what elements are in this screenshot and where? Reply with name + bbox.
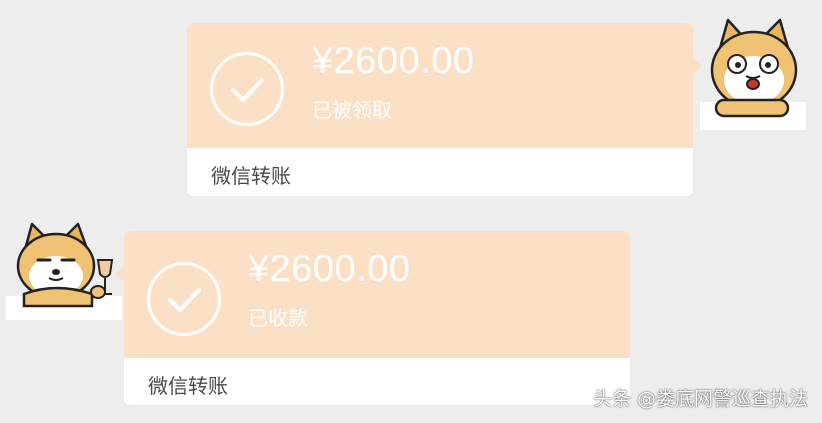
transfer-card-footer: 微信转账 — [187, 148, 693, 196]
transfer-type-label: 微信转账 — [148, 374, 228, 398]
transfer-amount: ¥2600.00 — [312, 40, 475, 82]
bubble-tail — [115, 266, 124, 282]
transfer-amount: ¥2600.00 — [248, 248, 411, 290]
transfer-status: 已被领取 — [312, 98, 392, 122]
check-circle-icon — [210, 52, 284, 126]
shiba-dog-wine-avatar[interactable] — [6, 222, 122, 320]
transfer-card-header: ¥2600.00 已收款 — [124, 231, 630, 358]
transfer-status: 已收款 — [248, 306, 308, 330]
transfer-card-footer: 微信转账 — [124, 358, 630, 405]
check-circle-icon — [147, 262, 221, 336]
watermark-text: 头条 @娄底网警巡查执法 — [592, 388, 808, 410]
shiba-dog-avatar[interactable] — [700, 18, 806, 130]
transfer-type-label: 微信转账 — [211, 164, 291, 188]
transfer-message-received[interactable]: ¥2600.00 已收款 微信转账 — [115, 231, 630, 405]
transfer-card-header: ¥2600.00 已被领取 — [187, 23, 693, 148]
transfer-message-sent[interactable]: ¥2600.00 已被领取 微信转账 — [187, 23, 702, 196]
